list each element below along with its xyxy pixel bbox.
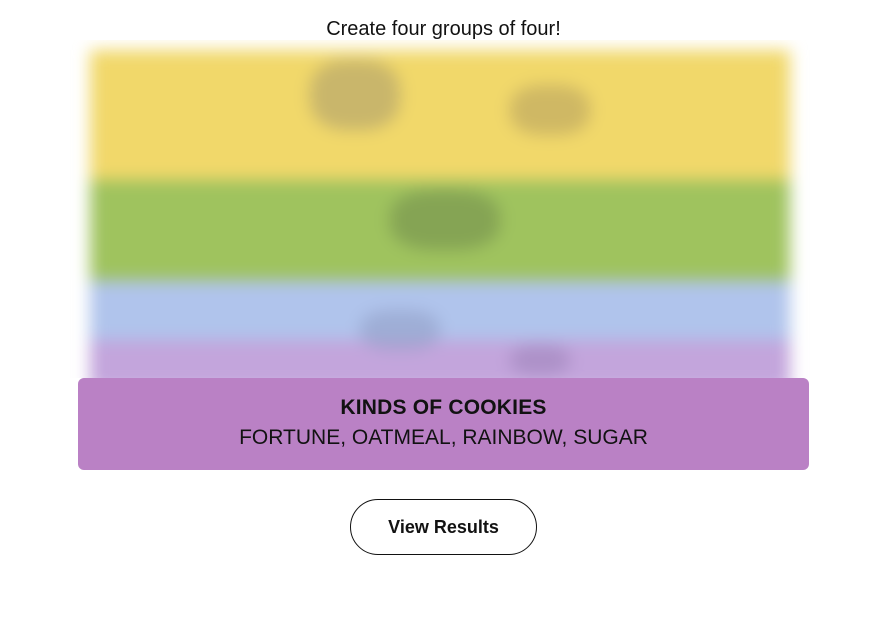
blurred-purple-band — [90, 340, 790, 378]
solved-group-category: KINDS OF COOKIES — [340, 396, 547, 419]
blurred-tile-shadow — [360, 310, 440, 350]
solved-group-members: FORTUNE, OATMEAL, RAINBOW, SUGAR — [239, 426, 648, 449]
blurred-yellow-band — [90, 50, 790, 180]
blurred-tile-shadow — [510, 85, 590, 135]
blurred-tile-shadow — [310, 60, 400, 130]
blurred-tile-shadow — [390, 190, 500, 250]
instructions-text: Create four groups of four! — [326, 18, 561, 40]
solved-group-card: KINDS OF COOKIES FORTUNE, OATMEAL, RAINB… — [78, 378, 809, 470]
blurred-tile-shadow — [510, 345, 570, 375]
view-results-button[interactable]: View Results — [350, 499, 537, 555]
blurred-game-board — [50, 40, 831, 378]
game-page: Create four groups of four! KINDS OF COO… — [0, 0, 891, 630]
blurred-board-canvas — [50, 40, 831, 378]
